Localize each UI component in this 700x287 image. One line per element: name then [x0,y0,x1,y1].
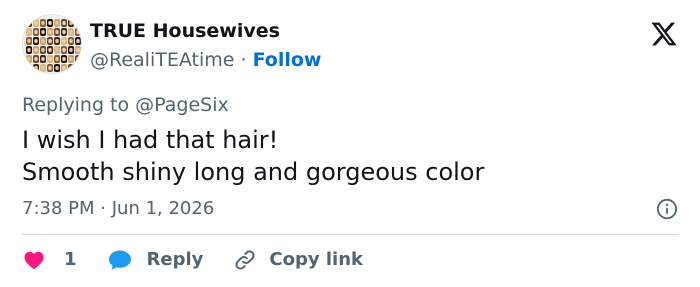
reply-label: Reply [146,249,204,270]
copy-link-label: Copy link [269,249,363,270]
tweet-date[interactable]: Jun 1, 2026 [112,198,215,219]
tweet-time[interactable]: 7:38 PM [22,198,95,219]
author-block: TRUE Housewives @RealiTEAtime · Follow [90,20,322,71]
speech-bubble-icon [108,250,131,270]
like-count: 1 [64,249,77,270]
replying-to-label: Replying to [22,94,130,116]
avatar[interactable] [22,14,82,74]
handle-separator: · [240,49,247,71]
action-bar: 1 Reply Copy link [22,246,363,274]
like-button[interactable]: 1 [22,248,77,272]
handle-row: @RealiTEAtime · Follow [90,49,322,71]
replying-to: Replying to @PageSix [22,94,229,116]
tweet-card: TRUE Housewives @RealiTEAtime · Follow R… [0,0,700,287]
tweet-line: I wish I had that hair! [22,126,279,154]
reply-button[interactable]: Reply [107,248,204,272]
timestamp[interactable]: 7:38 PM · Jun 1, 2026 [22,198,214,220]
copy-link-button[interactable]: Copy link [233,248,363,272]
timestamp-separator: · [100,198,106,219]
author-handle[interactable]: @RealiTEAtime [90,49,234,71]
x-logo-icon[interactable] [650,20,678,48]
tweet-line: Smooth shiny long and gorgeous color [22,158,485,186]
info-icon[interactable] [656,198,678,220]
heart-icon [24,251,44,270]
follow-button[interactable]: Follow [253,49,322,71]
tweet-text: I wish I had that hair! Smooth shiny lon… [22,124,484,188]
display-name[interactable]: TRUE Housewives [90,20,322,42]
link-icon [235,250,255,270]
divider [22,234,678,235]
replying-to-handle[interactable]: @PageSix [135,94,229,116]
avatar-image [26,19,81,72]
